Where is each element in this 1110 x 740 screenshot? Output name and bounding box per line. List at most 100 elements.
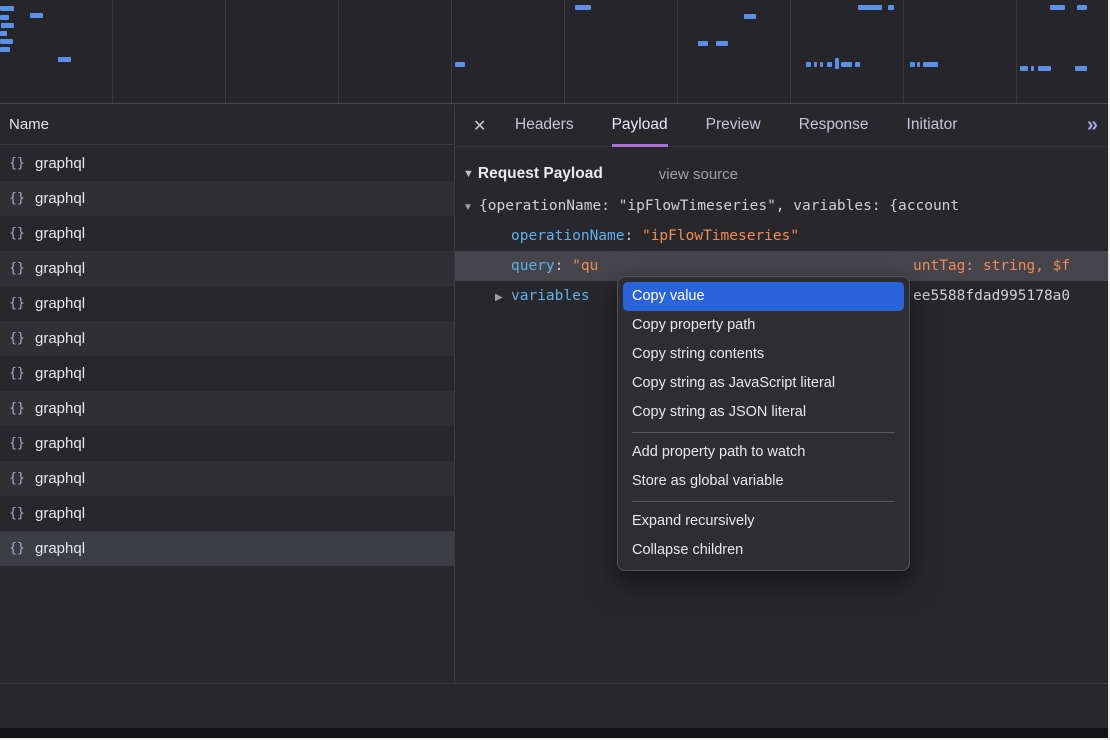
request-row[interactable]: {} graphql [0, 391, 454, 426]
request-row[interactable]: {}graphql [0, 531, 454, 566]
tree-row-operationname[interactable]: operationName: "ipFlowTimeseries" [455, 221, 1110, 251]
close-icon[interactable]: ✕ [473, 116, 495, 136]
tree-preview-row[interactable]: ▼{operationName: "ipFlowTimeseries", var… [455, 191, 1110, 221]
activity-bar [1020, 66, 1028, 71]
request-row[interactable]: {} graphql [0, 286, 454, 321]
json-braces-icon: {} [8, 226, 26, 241]
request-name: graphql [35, 470, 85, 487]
request-row[interactable]: {} graphql [0, 181, 454, 216]
activity-bar [841, 62, 852, 67]
tab-preview[interactable]: Preview [706, 105, 761, 147]
expand-closed-icon: ▶ [495, 283, 511, 311]
menu-item-expand-recursively[interactable]: Expand recursively [623, 507, 904, 536]
property-key: operationName [511, 228, 625, 244]
expand-open-icon: ▼ [463, 168, 474, 180]
request-name: graphql [35, 540, 85, 557]
request-row[interactable]: {}graphql [0, 426, 454, 461]
menu-item-copy-string-as-json-literal[interactable]: Copy string as JSON literal [623, 398, 904, 427]
json-braces-icon: {} [8, 156, 26, 171]
json-braces-icon: {} [8, 296, 26, 311]
tab-response[interactable]: Response [799, 105, 869, 147]
activity-bar [1031, 66, 1034, 71]
activity-bar [917, 62, 920, 67]
column-header-name[interactable]: Name [0, 105, 454, 145]
activity-bar [744, 14, 756, 19]
activity-bar [0, 39, 13, 44]
tab-headers[interactable]: Headers [515, 105, 574, 147]
activity-bar [888, 5, 894, 10]
request-row[interactable]: {} graphql [0, 251, 454, 286]
request-row[interactable]: {} graphql [0, 496, 454, 531]
view-source-link[interactable]: view source [659, 166, 738, 183]
property-value-right: untTag: string, $f [913, 251, 1070, 281]
network-overview[interactable] [0, 0, 1110, 104]
request-row[interactable]: {} graphql [0, 321, 454, 356]
activity-bar [855, 62, 860, 67]
object-preview: {operationName: "ipFlowTimeseries", vari… [479, 198, 959, 214]
activity-bar [716, 41, 728, 46]
menu-item-copy-value[interactable]: Copy value [623, 282, 904, 311]
details-toolbar: ✕ Headers Payload Preview Response Initiator… [455, 105, 1110, 147]
tab-payload[interactable]: Payload [612, 105, 668, 147]
request-list: {} graphql {} graphql {} graphql {} graphql {} gr… [0, 146, 454, 566]
request-name: graphql [35, 365, 85, 382]
activity-bar [835, 58, 839, 69]
key-separator: : [625, 228, 642, 244]
json-braces-icon: {} [8, 261, 26, 276]
property-preview-right: ee5588fdad995178a0 [913, 281, 1070, 311]
request-name: graphql [35, 225, 85, 242]
request-name: graphql [35, 505, 85, 522]
menu-item-store-as-global-variable[interactable]: Store as global variable [623, 467, 904, 496]
request-row[interactable]: {}graphql [0, 461, 454, 496]
request-name: graphql [35, 400, 85, 417]
request-name: graphql [35, 260, 85, 277]
activity-bar [820, 62, 823, 67]
panel-resize-divider[interactable] [454, 105, 455, 684]
activity-bar [806, 62, 811, 67]
request-row[interactable]: {} graphql [0, 216, 454, 251]
activity-bar [910, 62, 915, 67]
activity-bar [858, 5, 882, 10]
request-row[interactable]: {} graphql [0, 146, 454, 181]
activity-bar [827, 62, 832, 67]
activity-bar [1077, 5, 1087, 10]
request-payload-header[interactable]: ▼ Request Payload view source [455, 157, 1110, 191]
activity-bar [58, 57, 71, 62]
request-name: graphql [35, 155, 85, 172]
activity-bar [1038, 66, 1051, 71]
property-key: query [511, 258, 555, 274]
json-braces-icon: {} [8, 436, 26, 451]
menu-item-copy-string-as-javascript-literal[interactable]: Copy string as JavaScript literal [623, 369, 904, 398]
json-braces-icon: {} [8, 331, 26, 346]
devtools-window: Name {}graphql{}graphql{}graphql{}graphq… [0, 0, 1110, 740]
menu-item-add-property-path-to-watch[interactable]: Add property path to watch [623, 438, 904, 467]
request-name: graphql [35, 295, 85, 312]
column-header-label: Name [9, 116, 49, 133]
activity-bar [1050, 5, 1065, 10]
activity-bar [455, 62, 465, 67]
request-row[interactable]: {} graphql [0, 356, 454, 391]
property-key: variables [511, 288, 590, 304]
menu-item-collapse-children[interactable]: Collapse children [623, 536, 904, 565]
request-name: graphql [35, 330, 85, 347]
menu-item-copy-string-contents[interactable]: Copy string contents [623, 340, 904, 369]
section-title: Request Payload [478, 165, 603, 183]
menu-item-copy-property-path[interactable]: Copy property path [623, 311, 904, 340]
expand-open-icon: ▼ [463, 193, 479, 221]
more-tabs-icon[interactable]: » [1087, 114, 1098, 137]
menu-separator [632, 432, 895, 433]
tab-initiator[interactable]: Initiator [907, 105, 958, 147]
request-name: graphql [35, 190, 85, 207]
json-braces-icon: {} [8, 401, 26, 416]
activity-bar [0, 31, 7, 36]
activity-bar [0, 6, 14, 11]
activity-bar [698, 41, 708, 46]
json-braces-icon: {} [8, 506, 26, 521]
context-menu: Copy valueCopy property pathCopy string … [617, 276, 910, 571]
activity-bar [0, 47, 10, 52]
activity-bar [923, 62, 938, 67]
details-tabs: Headers Payload Preview Response Initiator [515, 105, 957, 147]
json-braces-icon: {} [8, 191, 26, 206]
activity-bar [814, 62, 817, 67]
json-braces-icon: {} [8, 366, 26, 381]
